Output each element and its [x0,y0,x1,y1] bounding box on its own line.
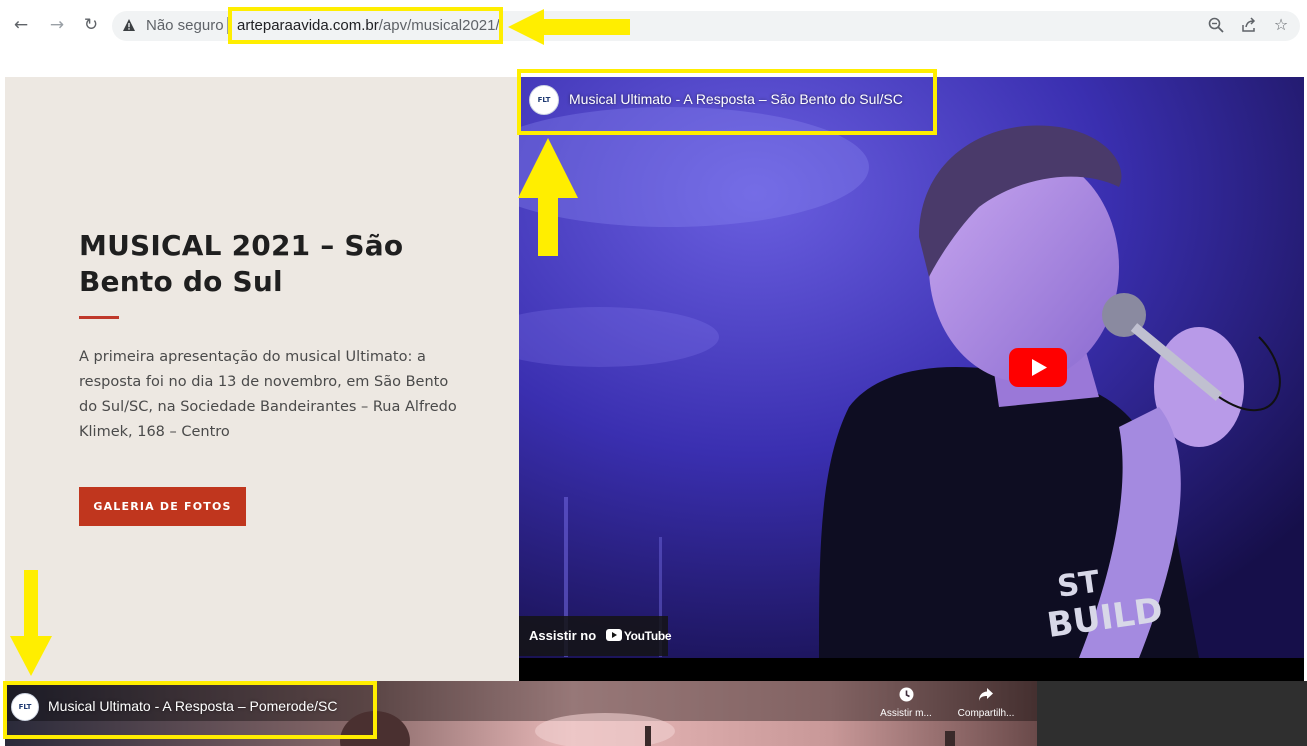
forward-arrow-icon[interactable]: → [46,14,68,36]
video-letterbox [519,658,1304,681]
zoom-out-icon[interactable] [1207,16,1225,34]
watch-later-label: Assistir m... [880,708,932,719]
browser-toolbar: ← → ↻ Não seguro arteparaavida.com.br/ap… [0,0,1307,56]
left-arrow-annotation [508,9,630,45]
video-side-area [1037,681,1307,746]
url-highlight-box [228,7,503,44]
watch-on-youtube-button[interactable]: Assistir no YouTube [519,616,672,656]
video-thumbnail-singer: BUILD ST [519,77,1304,658]
page-title: MUSICAL 2021 – São Bento do Sul [79,229,404,298]
watch-later-button[interactable]: Assistir m... [871,687,941,719]
youtube-logo-icon [605,629,622,641]
svg-text:ST: ST [1055,564,1102,605]
back-arrow-icon[interactable]: ← [10,14,32,36]
video-embed-sao-bento[interactable]: BUILD ST FLT Musical Ultimato - A Respos… [519,77,1304,658]
share-video-button[interactable]: Compartilh... [951,687,1021,719]
youtube-play-icon[interactable] [1009,348,1067,387]
photo-gallery-button[interactable]: GALERIA DE FOTOS [79,487,246,526]
title-divider [79,316,119,319]
not-secure-label[interactable]: Não seguro [146,17,224,34]
share-arrow-icon [951,687,1021,706]
up-arrow-annotation [518,138,578,256]
watch-on-label: Assistir no YouTube [529,628,672,643]
star-icon[interactable]: ☆ [1272,16,1290,34]
video-title-highlight-box [517,69,937,135]
down-arrow-annotation [10,570,52,676]
event-description: A primeira apresentação do musical Ultim… [79,349,457,440]
warning-icon[interactable] [122,18,136,32]
share-icon[interactable] [1240,16,1258,34]
clock-icon [871,687,941,706]
youtube-brand: YouTube [623,629,672,643]
reload-icon[interactable]: ↻ [80,14,102,36]
share-label: Compartilh... [957,708,1015,719]
browser-window: ← → ↻ Não seguro arteparaavida.com.br/ap… [0,0,1307,746]
video2-title-highlight-box [3,681,377,739]
